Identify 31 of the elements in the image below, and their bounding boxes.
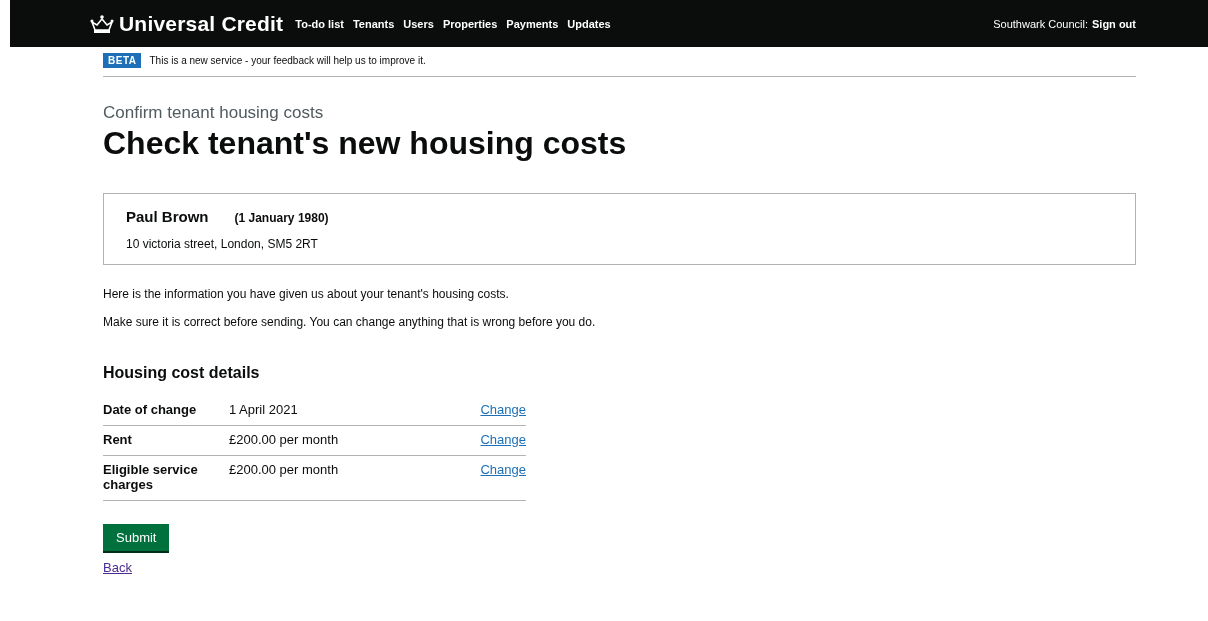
change-link[interactable]: Change: [480, 432, 526, 447]
body-text: Make sure it is correct before sending. You can change anything that is wrong before you do.: [103, 315, 597, 329]
banner-text: This is a new service - your feedback will help us to improve it.: [149, 55, 426, 66]
body-text: Here is the information you have given us about your tenant's housing costs.: [103, 287, 510, 301]
account-name: Southwark Council:: [993, 17, 1088, 30]
back-link[interactable]: Back: [103, 560, 132, 575]
nav-link[interactable]: Updates: [567, 17, 611, 30]
row-key: Eligible service charges: [103, 462, 213, 492]
change-link[interactable]: Change: [480, 462, 526, 492]
tenant-birth-date: (1 January 1980): [234, 211, 329, 225]
sign-out-link[interactable]: Sign out: [1092, 17, 1136, 30]
page-heading: Check tenant's new housing costs: [103, 125, 628, 162]
section-heading: Housing cost details: [103, 364, 261, 382]
nav-link[interactable]: Tenants: [352, 17, 395, 30]
nav-link[interactable]: Properties: [442, 17, 498, 30]
row-value: £200.00 per month: [229, 462, 340, 479]
tenant-address: 10 victoria street, London, SM5 2RT: [126, 237, 319, 251]
row-value: 1 April 2021: [229, 402, 299, 417]
row-key: Rent: [103, 432, 213, 447]
service-name[interactable]: Universal Credit: [119, 11, 284, 36]
change-link[interactable]: Change: [480, 402, 526, 417]
phase-tag: BETA: [103, 53, 142, 68]
page-caption: Confirm tenant housing costs: [103, 103, 325, 123]
nav-link[interactable]: Payments: [506, 17, 559, 30]
row-value: £200.00 per month: [229, 432, 340, 447]
nav-link[interactable]: Users: [403, 17, 434, 30]
row-key: Date of change: [103, 402, 213, 417]
tenant-name: Paul Brown: [126, 208, 209, 225]
crown-icon: [89, 13, 115, 34]
submit-button[interactable]: Submit: [103, 524, 170, 551]
nav-link[interactable]: To-do list: [295, 17, 344, 30]
